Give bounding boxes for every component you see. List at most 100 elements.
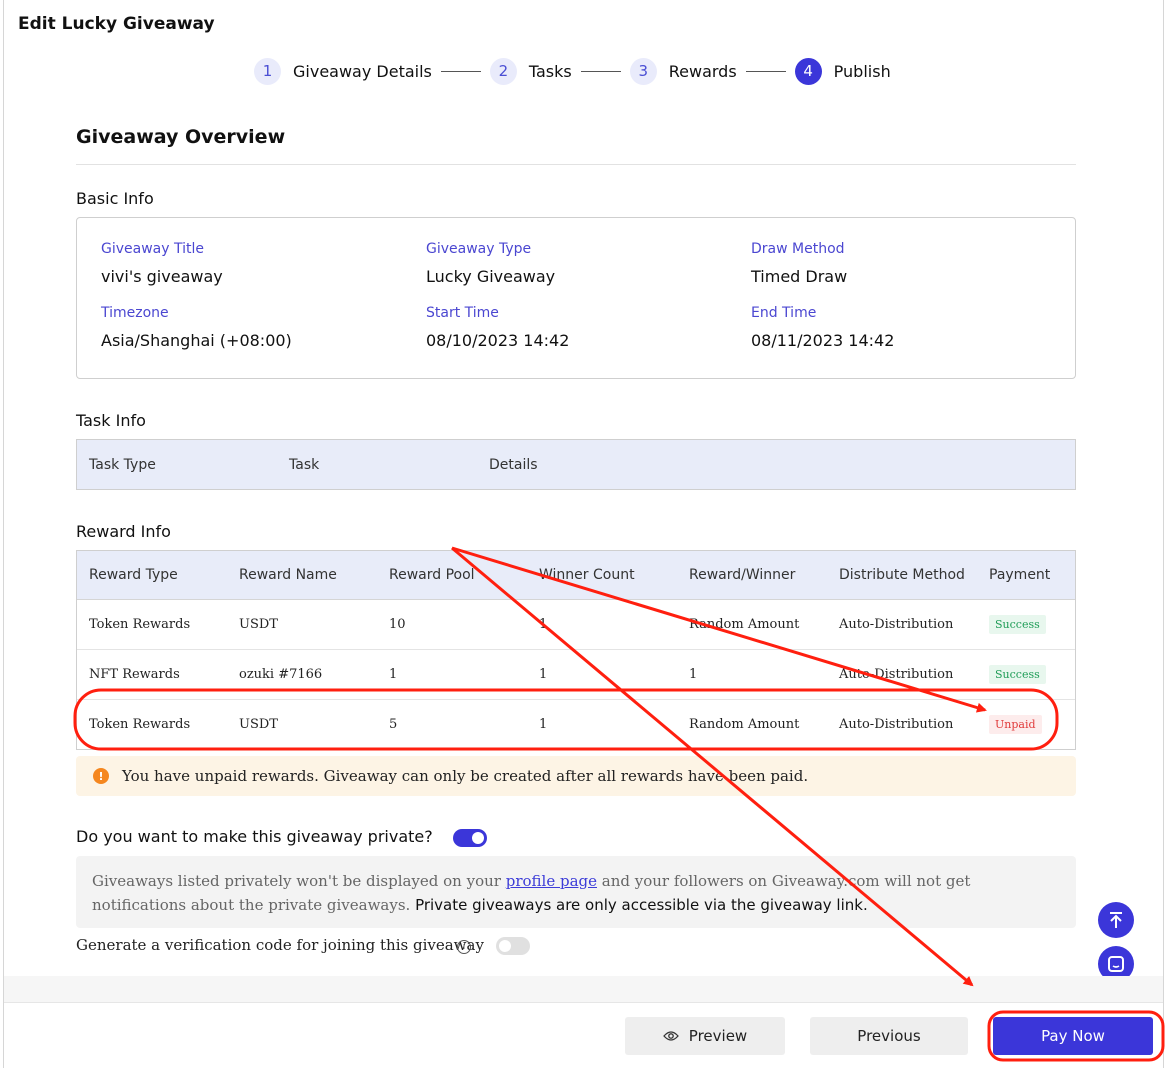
- field-giveaway-type: Giveaway Type Lucky Giveaway: [426, 241, 555, 286]
- payment-cell: Success: [977, 615, 1075, 634]
- cell: NFT Rewards: [89, 667, 180, 682]
- payment-cell: Success: [977, 665, 1075, 684]
- column-header: Reward Name: [239, 567, 337, 583]
- field-end-time: End Time 08/11/2023 14:42: [751, 305, 894, 350]
- cell: Auto-Distribution: [839, 717, 954, 732]
- previous-label: Previous: [857, 1027, 921, 1045]
- preview-button[interactable]: Preview: [625, 1017, 785, 1055]
- step-connector: [580, 70, 621, 72]
- pay-now-button[interactable]: Pay Now: [993, 1017, 1153, 1055]
- scroll-to-top-button[interactable]: [1098, 902, 1134, 938]
- step-label: Rewards: [668, 61, 737, 81]
- private-info-box: Giveaways listed privately won't be disp…: [76, 856, 1076, 928]
- cell: 10: [389, 617, 406, 632]
- step-giveaway-details[interactable]: 1 Giveaway Details: [254, 57, 432, 85]
- cell: Auto-Distribution: [839, 617, 954, 632]
- field-label: Draw Method: [751, 241, 845, 257]
- step-connector: [745, 70, 786, 72]
- step-label: Publish: [833, 61, 891, 81]
- status-badge-unpaid[interactable]: Unpaid: [989, 715, 1042, 734]
- step-number: 4: [794, 57, 822, 85]
- column-header: Winner Count: [539, 567, 635, 583]
- column-header: Distribute Method: [839, 567, 965, 583]
- table-header: Task Type Task Details: [77, 440, 1075, 489]
- info-text: Giveaways listed privately won't be disp…: [92, 872, 506, 890]
- task-info-heading: Task Info: [76, 411, 146, 430]
- page-title: Edit Lucky Giveaway: [18, 14, 215, 34]
- field-label: Timezone: [101, 305, 169, 321]
- cell: 1: [539, 617, 548, 632]
- reward-table: Reward Type Reward Name Reward Pool Winn…: [76, 550, 1076, 750]
- column-header: Reward/Winner: [689, 567, 796, 583]
- column-header: Payment: [989, 567, 1051, 583]
- step-tasks[interactable]: 2 Tasks: [489, 57, 572, 85]
- field-value: 08/11/2023 14:42: [751, 331, 895, 350]
- footer-separator: [4, 976, 1163, 1002]
- toggle-knob: [472, 832, 484, 844]
- field-label: Giveaway Type: [426, 241, 532, 257]
- field-label: Start Time: [426, 305, 499, 321]
- verification-toggle[interactable]: [496, 937, 530, 955]
- field-label: Giveaway Title: [101, 241, 204, 257]
- task-table: Task Type Task Details: [76, 439, 1076, 490]
- private-question: Do you want to make this giveaway privat…: [76, 827, 433, 846]
- status-badge-success: Success: [989, 665, 1046, 684]
- column-header: Reward Pool: [389, 567, 475, 583]
- step-connector: [440, 70, 481, 72]
- basic-info-card: Giveaway Title vivi's giveaway Giveaway …: [76, 217, 1076, 379]
- payment-cell: Unpaid: [977, 715, 1075, 734]
- field-value: Timed Draw: [751, 267, 848, 286]
- toggle-knob: [499, 940, 511, 952]
- field-value: Lucky Giveaway: [426, 267, 556, 286]
- cell: Auto-Distribution: [839, 667, 954, 682]
- column-header: Task Type: [89, 456, 156, 473]
- step-publish[interactable]: 4 Publish: [794, 57, 891, 85]
- section-title: Giveaway Overview: [76, 126, 286, 148]
- field-label: End Time: [751, 305, 817, 321]
- field-value: vivi's giveaway: [101, 267, 223, 286]
- cell: 1: [539, 667, 548, 682]
- cell: ozuki #7166: [239, 667, 323, 682]
- warning-icon: !: [93, 768, 109, 784]
- cell: 1: [539, 717, 548, 732]
- field-value: 08/10/2023 14:42: [426, 331, 570, 350]
- field-start-time: Start Time 08/10/2023 14:42: [426, 305, 569, 350]
- cell: Random Amount: [689, 717, 800, 732]
- cell: USDT: [239, 617, 278, 632]
- info-bold-text: Private giveaways are only accessible vi…: [415, 896, 868, 914]
- field-value: Asia/Shanghai (+08:00): [101, 331, 292, 350]
- cell: Token Rewards: [89, 617, 191, 632]
- step-number: 2: [489, 57, 517, 85]
- chat-icon: [1108, 956, 1124, 972]
- verification-label: Generate a verification code for joining…: [76, 936, 484, 954]
- step-number: 1: [254, 57, 281, 85]
- basic-info-heading: Basic Info: [76, 189, 154, 208]
- step-rewards[interactable]: 3 Rewards: [629, 57, 737, 85]
- table-row: Token Rewards USDT 10 1 Random Amount Au…: [77, 600, 1075, 650]
- column-header: Details: [489, 456, 538, 473]
- stepper: 1 Giveaway Details 2 Tasks 3 Rewards 4 P…: [254, 57, 891, 85]
- reward-info-heading: Reward Info: [76, 522, 171, 541]
- pay-now-label: Pay Now: [1041, 1027, 1105, 1045]
- unpaid-warning: ! You have unpaid rewards. Giveaway can …: [76, 756, 1076, 796]
- cell: USDT: [239, 717, 278, 732]
- field-giveaway-title: Giveaway Title vivi's giveaway: [101, 241, 223, 286]
- private-toggle[interactable]: [453, 829, 487, 847]
- previous-button[interactable]: Previous: [810, 1017, 968, 1055]
- profile-page-link[interactable]: profile page: [506, 872, 597, 890]
- field-timezone: Timezone Asia/Shanghai (+08:00): [101, 305, 292, 350]
- cell: Token Rewards: [89, 717, 191, 732]
- footer-bar: [4, 1002, 1163, 1068]
- cell: Random Amount: [689, 617, 800, 632]
- table-row: NFT Rewards ozuki #7166 1 1 1 Auto-Distr…: [77, 650, 1075, 700]
- table-row: Token Rewards USDT 5 1 Random Amount Aut…: [77, 700, 1075, 749]
- step-label: Giveaway Details: [293, 61, 432, 81]
- divider: [76, 164, 1076, 165]
- cell: 5: [389, 717, 398, 732]
- status-badge-success: Success: [989, 615, 1046, 634]
- eye-icon: [662, 1031, 679, 1041]
- cell: 1: [389, 667, 398, 682]
- column-header: Reward Type: [89, 567, 178, 583]
- preview-label: Preview: [688, 1027, 748, 1045]
- info-icon[interactable]: i: [457, 940, 471, 954]
